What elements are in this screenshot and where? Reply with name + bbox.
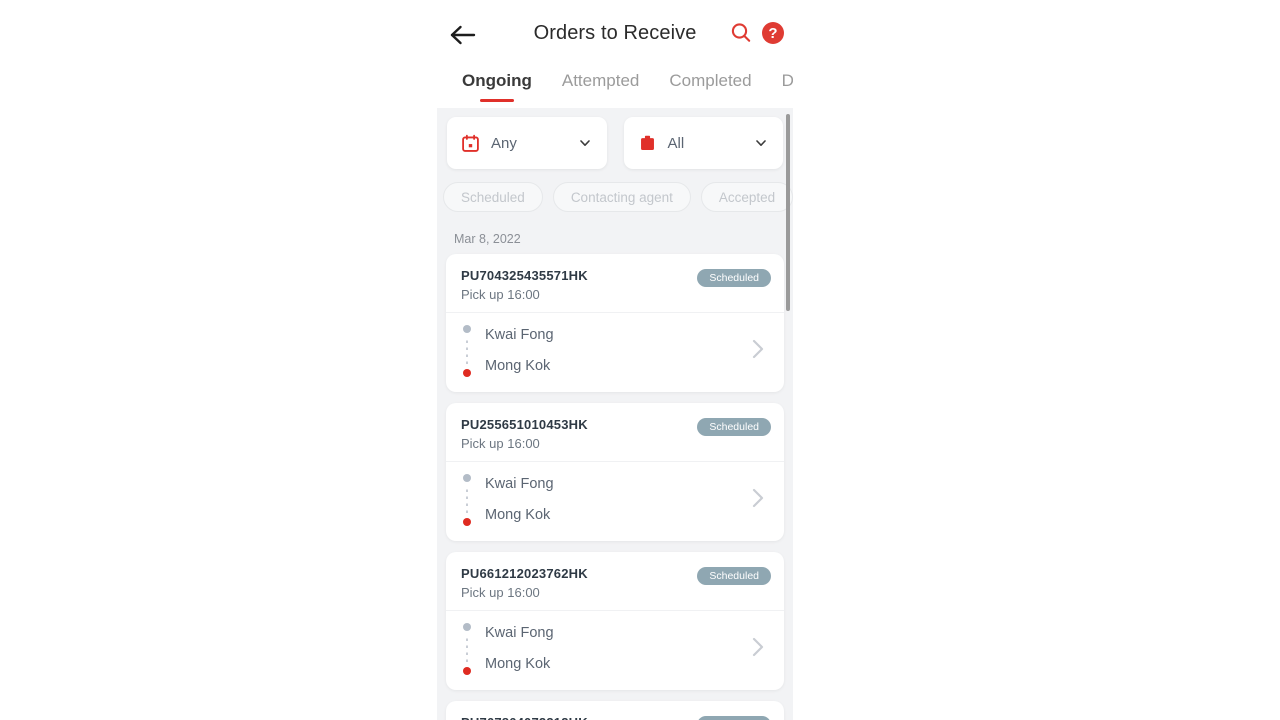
chevron-right-icon (752, 637, 764, 656)
order-pickup-time: Pick up 16:00 (461, 287, 540, 302)
scrollbar[interactable] (782, 108, 792, 720)
help-circle-icon: ? (762, 22, 784, 44)
type-filter-dropdown[interactable]: All (623, 117, 783, 169)
open-order-chevron[interactable] (749, 634, 771, 665)
order-route: Kwai Fong Mong Kok (446, 611, 784, 690)
order-id: PU661212023762HK (461, 566, 588, 581)
route-dotted-line-icon (466, 336, 468, 366)
scrollbar-thumb[interactable] (786, 114, 790, 311)
date-filter-value: Any (491, 134, 517, 152)
origin-name: Kwai Fong (485, 327, 554, 343)
open-order-chevron[interactable] (749, 336, 771, 367)
route-names: Kwai Fong Mong Kok (485, 473, 749, 527)
search-button[interactable] (729, 21, 753, 45)
order-card[interactable]: PU661212023762HK Pick up 16:00 Scheduled… (446, 552, 784, 690)
chevron-right-icon (752, 488, 764, 507)
order-id: PU255651010453HK (461, 417, 588, 432)
order-pickup-time: Pick up 16:00 (461, 436, 540, 451)
tab-attempted[interactable]: Attempted (547, 68, 655, 102)
order-id: PU704325435571HK (461, 268, 588, 283)
order-card-header: PU767864072212HK Pick up 16:00 Scheduled (446, 715, 784, 720)
app-bar-actions: ? (729, 21, 784, 45)
route-names: Kwai Fong Mong Kok (485, 622, 749, 676)
app-bar: Orders to Receive ? (437, 0, 793, 68)
destination-name: Mong Kok (485, 656, 551, 672)
order-card-header-text: PU704325435571HK Pick up 16:00 (461, 268, 697, 302)
route-dotted-line-icon (466, 634, 468, 664)
help-button[interactable]: ? (762, 22, 784, 44)
calendar-icon (462, 134, 479, 152)
route-dotted-line-icon (466, 485, 468, 515)
order-card[interactable]: PU255651010453HK Pick up 16:00 Scheduled… (446, 403, 784, 541)
destination-dot-icon (463, 667, 471, 675)
order-card[interactable]: PU704325435571HK Pick up 16:00 Scheduled… (446, 254, 784, 392)
chevron-down-icon (579, 140, 590, 146)
order-card-list: PU704325435571HK Pick up 16:00 Scheduled… (437, 254, 793, 720)
chip-scheduled[interactable]: Scheduled (443, 182, 543, 212)
destination-dot-icon (463, 518, 471, 526)
origin-name: Kwai Fong (485, 625, 554, 641)
order-route: Kwai Fong Mong Kok (446, 462, 784, 541)
type-filter-value: All (667, 134, 685, 152)
order-id: PU767864072212HK (461, 715, 697, 720)
order-route: Kwai Fong Mong Kok (446, 313, 784, 392)
status-badge: Scheduled (697, 567, 771, 585)
route-track (461, 623, 473, 675)
order-list-screen: Orders to Receive ? Ongoing Attempted Co… (437, 0, 793, 720)
order-card-header-text: PU255651010453HK Pick up 16:00 (461, 417, 697, 451)
status-badge: Scheduled (697, 269, 771, 287)
destination-dot-icon (463, 369, 471, 377)
chevron-right-icon (752, 339, 764, 358)
order-card-header-text: PU661212023762HK Pick up 16:00 (461, 566, 697, 600)
destination-name: Mong Kok (485, 358, 551, 374)
order-card-header: PU661212023762HK Pick up 16:00 Scheduled (446, 566, 784, 611)
status-chip-row: Scheduled Contacting agent Accepted E (437, 169, 793, 212)
origin-dot-icon (463, 623, 471, 631)
chip-accepted[interactable]: Accepted (700, 182, 793, 212)
filter-row: Any All (437, 108, 793, 169)
scroll-content: Any All Scheduled Contacting agent Accep… (437, 108, 793, 720)
status-badge: Scheduled (697, 716, 771, 720)
bag-icon (640, 135, 654, 150)
status-badge: Scheduled (697, 418, 771, 436)
date-filter-dropdown[interactable]: Any (447, 117, 607, 169)
origin-dot-icon (463, 325, 471, 333)
tab-draft[interactable]: Dr (767, 68, 793, 102)
order-pickup-time: Pick up 16:00 (461, 585, 540, 600)
route-track (461, 325, 473, 377)
order-card-header: PU255651010453HK Pick up 16:00 Scheduled (446, 417, 784, 462)
route-names: Kwai Fong Mong Kok (485, 324, 749, 378)
route-track (461, 474, 473, 526)
order-card-header-text: PU767864072212HK Pick up 16:00 (461, 715, 697, 720)
chip-contacting-agent[interactable]: Contacting agent (552, 182, 691, 212)
destination-name: Mong Kok (485, 507, 551, 523)
order-card[interactable]: PU767864072212HK Pick up 16:00 Scheduled… (446, 701, 784, 720)
tab-ongoing[interactable]: Ongoing (447, 68, 547, 102)
origin-name: Kwai Fong (485, 476, 554, 492)
open-order-chevron[interactable] (749, 485, 771, 516)
tab-bar: Ongoing Attempted Completed Dr (437, 68, 793, 108)
chevron-down-icon (756, 140, 766, 146)
origin-dot-icon (463, 474, 471, 482)
order-card-header: PU704325435571HK Pick up 16:00 Scheduled (446, 268, 784, 313)
tab-completed[interactable]: Completed (654, 68, 766, 102)
search-icon (731, 23, 751, 42)
date-group-label: Mar 8, 2022 (454, 232, 521, 246)
